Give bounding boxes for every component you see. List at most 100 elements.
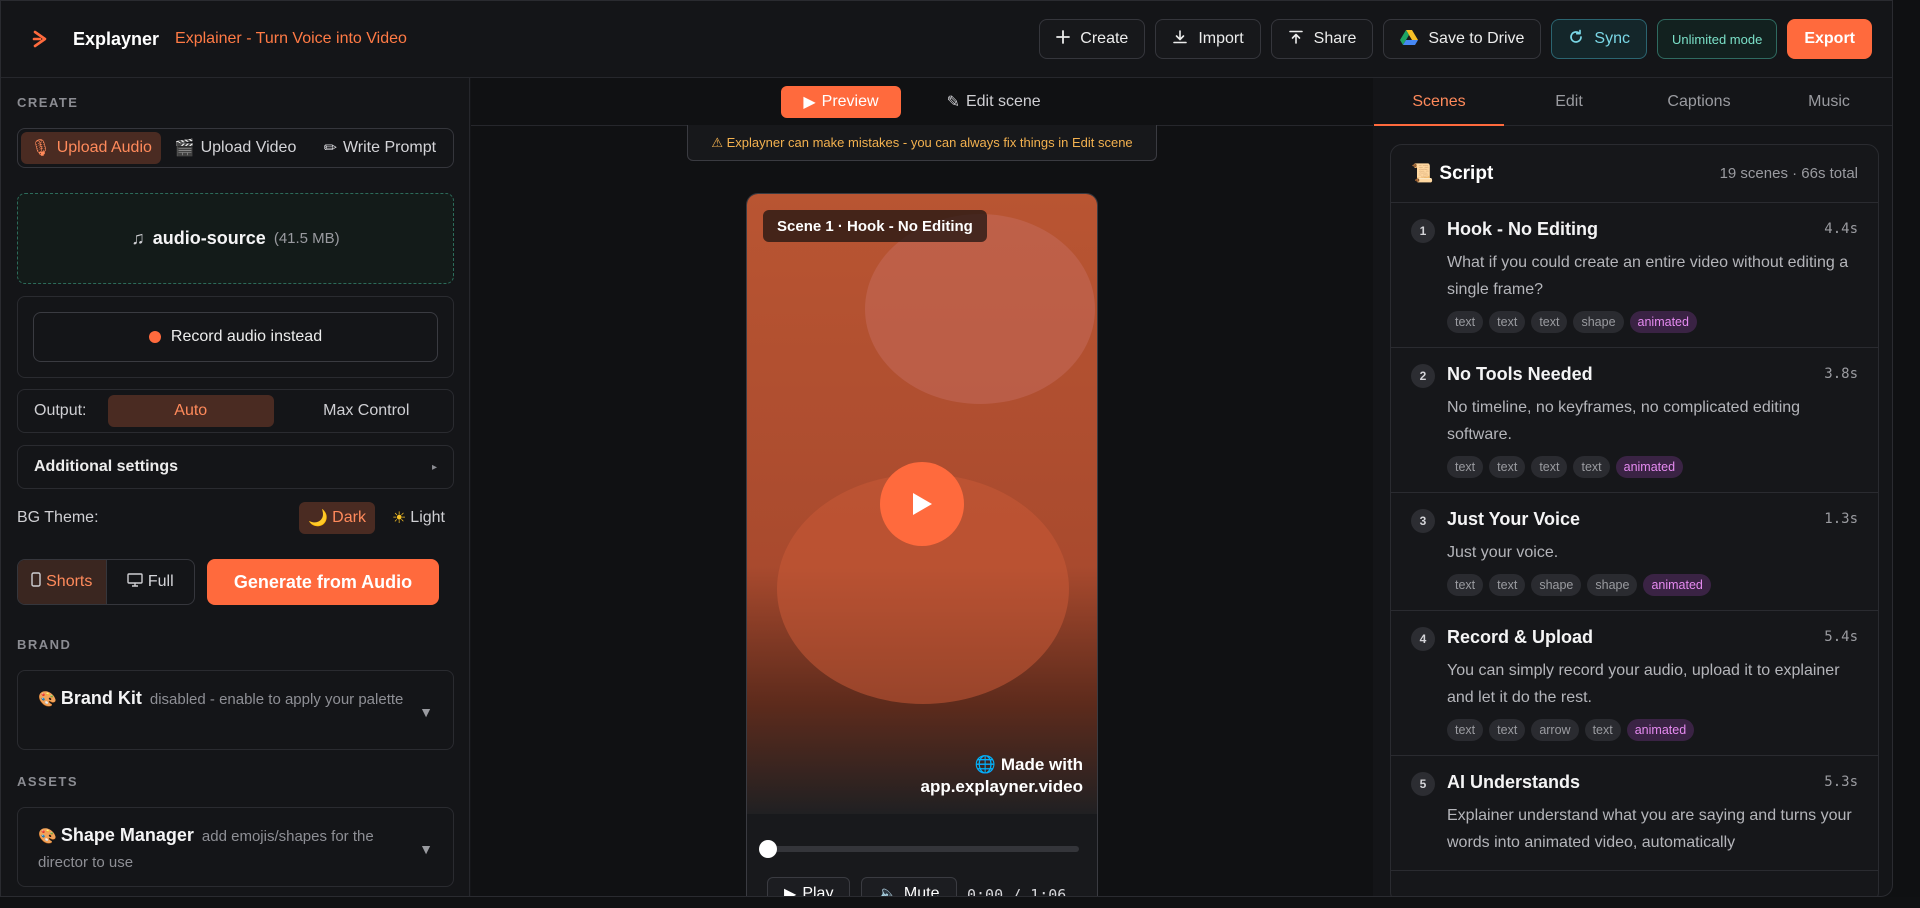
scene-number: 5 [1411,772,1435,796]
theme-dark-option[interactable]: 🌙 Dark [299,502,375,534]
clapper-icon: 🎬 [174,140,195,157]
scene-number: 1 [1411,219,1435,243]
scene-tag: text [1489,574,1526,596]
progress-track[interactable] [767,846,1079,852]
header-actions: Create Import Share Save to Drive Sync U… [1039,19,1872,59]
tab-preview[interactable]: ▶ Preview [781,85,901,118]
play-overlay-button[interactable] [880,462,964,546]
download-icon [1172,29,1188,50]
share-button[interactable]: Share [1270,19,1374,59]
scene-tag: text [1447,719,1484,741]
watermark-line1: Made with [1000,755,1083,774]
scene-item[interactable]: 5 AI Understands 5.3s Explainer understand … [1391,756,1878,871]
additional-settings-label: Additional settings [34,458,178,475]
audio-dropzone[interactable]: ♫ audio-source (41.5 MB) [17,193,454,284]
scene-tag: text [1447,456,1484,478]
caret-right-icon: ▸ [431,461,437,473]
pencil-icon: ✎ [946,93,960,111]
scene-tag: text [1447,311,1484,333]
right-panel: Scenes Edit Captions Music 📜 Script 19 s… [1374,78,1892,896]
microphone-icon: 🎙 [30,140,51,157]
script-panel: 📜 Script 19 scenes · 66s total 1 Hook - N… [1390,144,1879,896]
export-button[interactable]: Export [1787,19,1872,59]
save-drive-label: Save to Drive [1428,30,1525,47]
play-button[interactable]: ▶ Play [767,877,851,896]
scene-item[interactable]: 2 No Tools Needed 3.8s No timeline, no keyf… [1391,348,1878,493]
video-preview: Scene 1 · Hook - No Editing 🌐 Made with … [746,193,1098,897]
sync-label: Sync [1594,30,1630,47]
scene-tag: text [1489,719,1526,741]
upload-video-tab[interactable]: 🎬 Upload Video [165,132,305,164]
sun-icon: ☀ [391,510,407,527]
tab-scenes[interactable]: Scenes [1374,78,1504,126]
scene-item[interactable]: 1 Hook - No Editing 4.4s What if you could … [1391,203,1878,348]
theme-light-label: Light [410,509,445,526]
scene-tag: animated [1629,311,1697,333]
palette-icon: 🎨 [38,691,57,708]
upload-icon [1288,29,1304,50]
scene-text: You can simply record your audio, upload… [1447,662,1840,706]
file-name: audio-source [152,228,266,248]
bg-theme-label: BG Theme: [17,509,99,526]
scene-list: 1 Hook - No Editing 4.4s What if you could … [1391,203,1878,871]
unlimited-mode-button[interactable]: Unlimited mode [1657,19,1778,59]
scene-tag: text [1573,456,1610,478]
upload-video-label: Upload Video [200,139,297,156]
tab-music[interactable]: Music [1764,78,1892,125]
record-audio-button[interactable]: Record audio instead [33,312,438,362]
pencil-icon: ✏ [323,140,337,157]
speaker-icon: 🔈 [878,886,898,897]
format-shorts-option[interactable]: Shorts [18,560,107,604]
format-full-option[interactable]: Full [107,560,195,604]
scene-text: What if you could create an entire video… [1447,254,1849,298]
scene-tag: text [1531,456,1568,478]
share-label: Share [1313,30,1357,47]
brand-kit-desc: disabled - enable to apply your palette [149,691,404,708]
sync-button[interactable]: Sync [1551,19,1647,59]
status-bar [0,897,1920,908]
progress-handle[interactable] [759,840,777,858]
script-meta: 19 scenes · 66s total [1719,165,1858,182]
logo-icon [29,26,55,52]
scene-text: No timeline, no keyframes, no complicate… [1447,399,1801,443]
source-selector: 🎙 Upload Audio 🎬 Upload Video ✏ Write Pr… [17,128,454,168]
scene-tags: text text text shape animated [1447,311,1858,333]
shape-manager-title: Shape Manager [60,825,194,845]
play-icon [913,493,932,515]
additional-settings-toggle[interactable]: Additional settings ▸ [17,445,454,489]
tab-captions[interactable]: Captions [1634,78,1764,125]
bg-theme-selector: BG Theme: 🌙 Dark ☀ Light [17,502,454,534]
output-auto-option[interactable]: Auto [108,395,274,427]
create-label: Create [1080,30,1129,47]
tab-preview-label: Preview [821,92,879,110]
scene-item[interactable]: 3 Just Your Voice 1.3s Just your voice. text… [1391,493,1878,611]
upload-audio-label: Upload Audio [56,139,152,156]
import-button[interactable]: Import [1155,19,1261,59]
mute-button[interactable]: 🔈 Mute [861,877,957,897]
scene-item[interactable]: 4 Record & Upload 5.4s You can simply recor… [1391,611,1878,756]
preview-area: ▶ Preview ✎ Edit scene ⚠ Explayner can m… [471,78,1373,897]
monitor-icon [127,572,143,592]
video-canvas[interactable]: Scene 1 · Hook - No Editing 🌐 Made with … [747,194,1097,814]
tab-edit[interactable]: Edit [1504,78,1634,125]
left-panel: CREATE 🎙 Upload Audio 🎬 Upload Video ✏ W… [1,78,470,896]
chevron-down-icon: ▼ [419,841,433,857]
record-label: Record audio instead [170,328,323,345]
scene-name: Just Your Voice [1447,509,1581,529]
output-selector: Output: Auto Max Control [17,389,454,433]
record-dot-icon [148,331,161,343]
script-title: Script [1439,162,1494,184]
create-button[interactable]: Create [1039,19,1146,59]
write-prompt-tab[interactable]: ✏ Write Prompt [310,132,450,164]
tab-edit-scene[interactable]: ✎ Edit scene [925,86,1063,118]
brand-kit-card[interactable]: 🎨 Brand Kit disabled - enable to apply yo… [17,670,454,750]
theme-light-option[interactable]: ☀ Light [383,502,454,534]
brand-section-label: BRAND [17,637,72,652]
generate-from-audio-button[interactable]: Generate from Audio [207,559,439,605]
shape-manager-card[interactable]: 🎨 Shape Manager add emojis/shapes for the… [17,807,454,887]
save-to-drive-button[interactable]: Save to Drive [1383,19,1542,59]
time-readout: 0:00 / 1:06 [967,886,1067,897]
output-max-control-option[interactable]: Max Control [284,395,450,427]
watermark-line2: app.explayner.video [920,777,1083,796]
upload-audio-tab[interactable]: 🎙 Upload Audio [21,132,162,164]
